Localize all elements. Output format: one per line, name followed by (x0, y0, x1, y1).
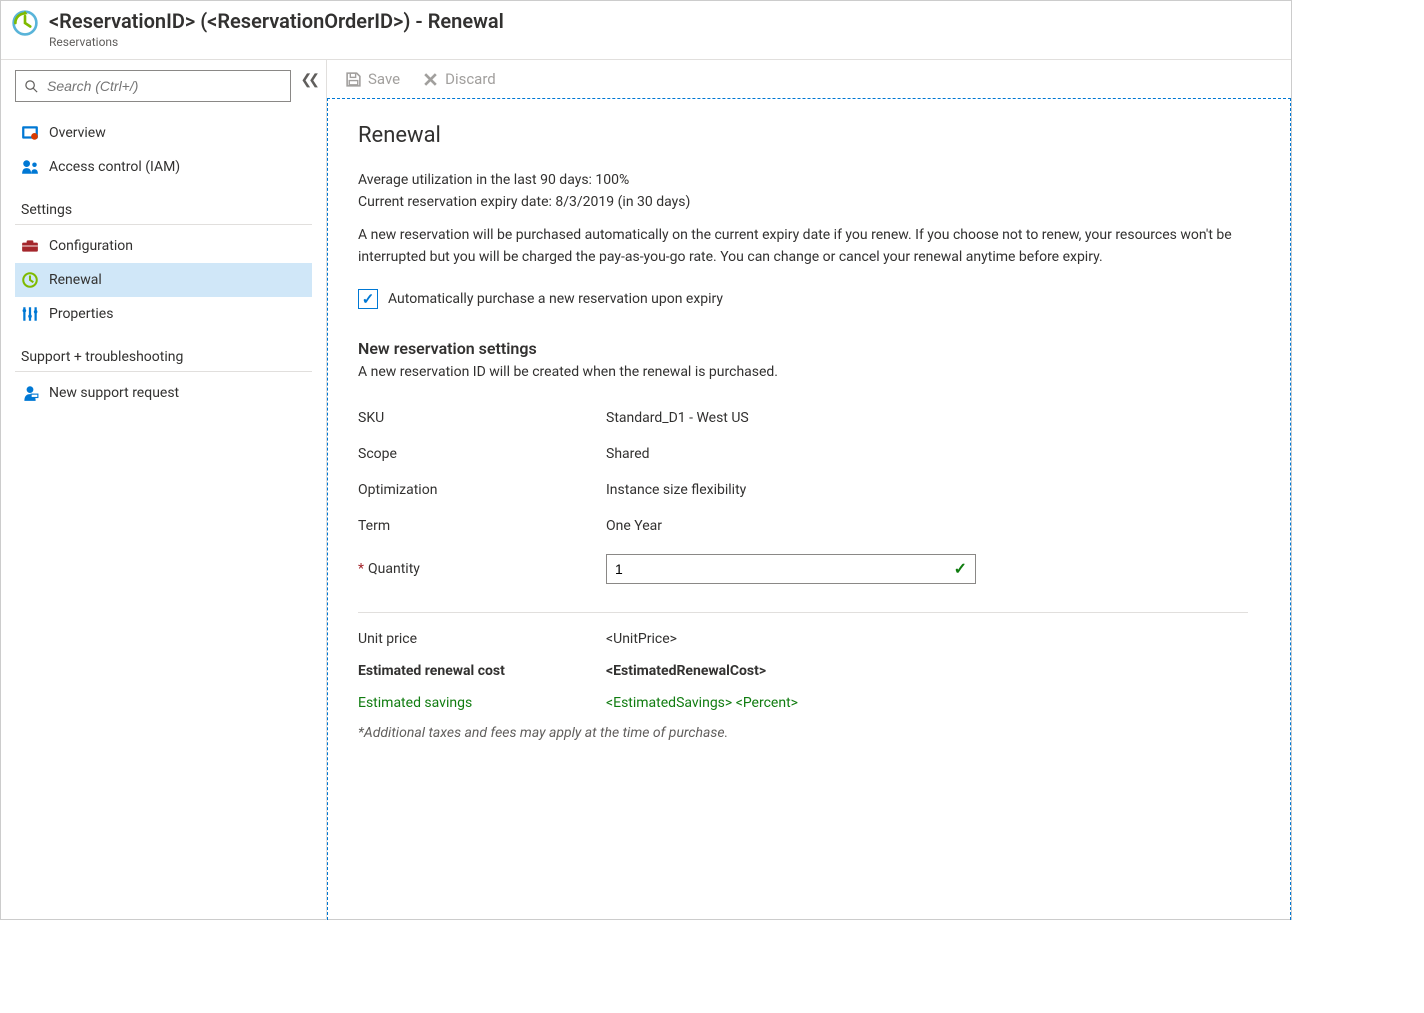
configuration-icon (21, 237, 39, 255)
sidebar-section-support: Support + troubleshooting (15, 331, 312, 372)
estimated-savings-value: <EstimatedSavings> <Percent> (606, 695, 798, 711)
estimated-savings-label: Estimated savings (358, 695, 606, 711)
search-field[interactable] (47, 78, 282, 94)
save-label: Save (368, 70, 400, 88)
save-button[interactable]: Save (345, 70, 400, 88)
sku-value: Standard_D1 - West US (606, 410, 749, 426)
discard-button[interactable]: Discard (422, 70, 496, 88)
toolbar: Save Discard (327, 60, 1291, 98)
sidebar-item-configuration[interactable]: Configuration (15, 229, 312, 263)
main-content: Save Discard Renewal Average utilization… (327, 60, 1291, 920)
new-reservation-note: A new reservation ID will be created whe… (358, 364, 1260, 380)
scope-row: Scope Shared (358, 436, 1260, 472)
sidebar-item-label: New support request (49, 385, 179, 401)
collapse-sidebar-icon[interactable]: ❮❮ (301, 72, 316, 88)
iam-icon (21, 158, 39, 176)
pricing-footnote: *Additional taxes and fees may apply at … (358, 725, 1260, 741)
optimization-value: Instance size flexibility (606, 482, 746, 498)
auto-purchase-checkbox[interactable]: ✓ (358, 289, 378, 309)
content-heading: Renewal (358, 123, 1260, 148)
unit-price-label: Unit price (358, 631, 606, 647)
estimated-cost-value: <EstimatedRenewalCost> (606, 663, 766, 679)
sidebar-item-label: Renewal (49, 272, 102, 288)
discard-label: Discard (445, 70, 496, 88)
sidebar-section-settings: Settings (15, 184, 312, 225)
sidebar-item-label: Configuration (49, 238, 133, 254)
unit-price-value: <UnitPrice> (606, 631, 677, 647)
content-panel: Renewal Average utilization in the last … (327, 98, 1291, 920)
discard-icon (422, 71, 439, 88)
auto-purchase-label: Automatically purchase a new reservation… (388, 291, 723, 307)
sidebar-item-renewal[interactable]: Renewal (15, 263, 312, 297)
properties-icon (21, 305, 39, 323)
overview-icon (21, 124, 39, 142)
sidebar: ❮❮ Overview Access control (IAM) Setting… (1, 60, 327, 920)
estimated-cost-row: Estimated renewal cost <EstimatedRenewal… (358, 655, 1260, 687)
sidebar-item-properties[interactable]: Properties (15, 297, 312, 331)
support-icon (21, 384, 39, 402)
page-title: <ReservationID> (<ReservationOrderID>) -… (49, 9, 504, 33)
sidebar-item-label: Overview (49, 125, 106, 141)
estimated-cost-label: Estimated renewal cost (358, 663, 606, 679)
auto-purchase-checkbox-row: ✓ Automatically purchase a new reservati… (358, 289, 1260, 309)
term-label: Term (358, 518, 606, 534)
scope-label: Scope (358, 446, 606, 462)
quantity-label: *Quantity (358, 561, 606, 577)
sidebar-item-label: Access control (IAM) (49, 159, 180, 175)
scope-value: Shared (606, 446, 650, 462)
term-row: Term One Year (358, 508, 1260, 544)
quantity-input[interactable] (615, 561, 954, 577)
renewal-description: A new reservation will be purchased auto… (358, 224, 1238, 269)
expiry-date-text: Current reservation expiry date: 8/3/201… (358, 194, 1260, 210)
reservation-icon (11, 9, 39, 41)
new-reservation-settings-heading: New reservation settings (358, 339, 1260, 358)
renewal-icon (21, 271, 39, 289)
avg-utilization-text: Average utilization in the last 90 days:… (358, 172, 1260, 188)
search-input[interactable] (15, 70, 291, 102)
sidebar-item-new-support-request[interactable]: New support request (15, 376, 312, 410)
estimated-savings-row: Estimated savings <EstimatedSavings> <Pe… (358, 687, 1260, 719)
optimization-row: Optimization Instance size flexibility (358, 472, 1260, 508)
breadcrumb: Reservations (49, 35, 504, 49)
unit-price-row: Unit price <UnitPrice> (358, 623, 1260, 655)
divider (358, 612, 1248, 613)
search-icon (24, 79, 39, 94)
sku-label: SKU (358, 410, 606, 426)
sku-row: SKU Standard_D1 - West US (358, 400, 1260, 436)
quantity-row: *Quantity ✓ (358, 544, 1260, 594)
valid-check-icon: ✓ (954, 559, 967, 578)
sidebar-item-iam[interactable]: Access control (IAM) (15, 150, 312, 184)
term-value: One Year (606, 518, 662, 534)
sidebar-item-overview[interactable]: Overview (15, 116, 312, 150)
optimization-label: Optimization (358, 482, 606, 498)
quantity-input-wrap[interactable]: ✓ (606, 554, 976, 584)
save-icon (345, 71, 362, 88)
sidebar-item-label: Properties (49, 306, 113, 322)
header: <ReservationID> (<ReservationOrderID>) -… (1, 1, 1291, 60)
